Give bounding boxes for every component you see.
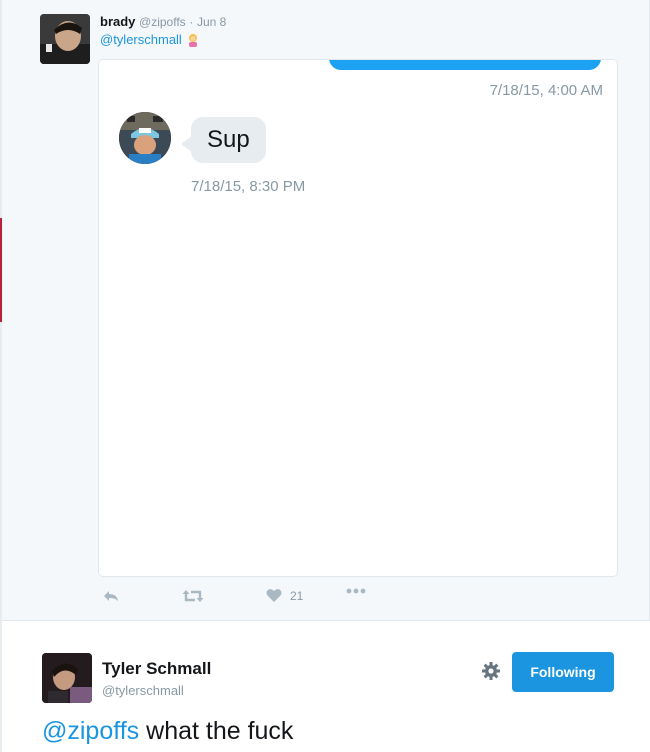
following-button[interactable]: Following: [512, 652, 614, 692]
quoted-tweet[interactable]: brady @zipoffs · Jun 8 @tylerschmall 7/1…: [2, 0, 650, 620]
like-count: 21: [290, 588, 304, 603]
avatar[interactable]: [40, 14, 90, 64]
gear-icon[interactable]: [480, 660, 502, 682]
received-message-bubble: Sup: [191, 117, 266, 163]
tweet-text: @zipoffs what the fuck: [42, 717, 293, 746]
sender-avatar: [119, 112, 171, 164]
heart-icon: [266, 588, 282, 603]
avatar[interactable]: [42, 653, 92, 703]
more-icon: [346, 588, 366, 594]
tweet-body-text: what the fuck: [139, 717, 294, 745]
dm-screenshot-card[interactable]: 7/18/15, 4:00 AM Sup 7/18/15, 8:30 PM: [98, 59, 618, 577]
more-button[interactable]: [346, 588, 366, 594]
reply-icon: [102, 588, 120, 604]
timestamp-top: 7/18/15, 4:00 AM: [489, 82, 603, 99]
tweet-actions: 21: [98, 588, 398, 610]
author-handle[interactable]: @zipoffs: [139, 15, 186, 29]
author-name[interactable]: brady: [100, 14, 135, 29]
timestamp-bottom: 7/18/15, 8:30 PM: [191, 178, 306, 195]
separator: ·: [189, 15, 194, 29]
message-text: Sup: [207, 126, 250, 153]
author-name[interactable]: Tyler Schmall: [102, 659, 211, 679]
author-handle[interactable]: @tylerschmall: [102, 683, 184, 698]
tweet-date[interactable]: Jun 8: [197, 15, 226, 29]
main-tweet: Tyler Schmall @tylerschmall Following @z…: [2, 620, 650, 752]
mention-link[interactable]: @zipoffs: [42, 717, 139, 745]
woman-tipping-hand-emoji-icon: [186, 33, 200, 47]
retweet-icon: [182, 588, 204, 604]
like-button[interactable]: 21: [266, 588, 303, 603]
mention-link[interactable]: @tylerschmall: [100, 32, 182, 47]
tweet-header: brady @zipoffs · Jun 8: [100, 14, 226, 29]
retweet-button[interactable]: [182, 588, 204, 604]
sent-message-bubble: [329, 60, 601, 70]
tweet-body: @tylerschmall: [100, 32, 200, 47]
reply-button[interactable]: [102, 588, 120, 604]
